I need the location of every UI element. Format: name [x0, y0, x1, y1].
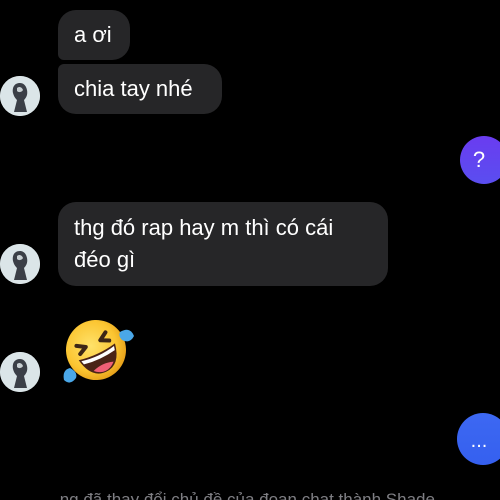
- rolling-on-floor-laughing-emoji[interactable]: [58, 310, 138, 390]
- system-message-text: … ng đã thay đổi chủ đề của đoạn chat th…: [38, 490, 435, 500]
- message-text: ...: [470, 429, 488, 452]
- contact-avatar[interactable]: [0, 352, 40, 392]
- outgoing-message-bubble[interactable]: ?: [460, 136, 500, 184]
- incoming-message-bubble[interactable]: a ơi: [58, 10, 130, 60]
- outgoing-message-bubble[interactable]: ...: [457, 413, 500, 465]
- avatar-photo-icon: [0, 352, 40, 392]
- avatar-photo-icon: [0, 244, 40, 284]
- message-text: chia tay nhé: [74, 76, 193, 101]
- incoming-message-bubble[interactable]: thg đó rap hay m thì có cái đéo gì: [58, 202, 388, 286]
- message-text: a ơi: [74, 22, 112, 47]
- avatar-photo-icon: [0, 76, 40, 116]
- contact-avatar[interactable]: [0, 76, 40, 116]
- message-text: ?: [472, 147, 486, 172]
- contact-avatar[interactable]: [0, 244, 40, 284]
- message-text: thg đó rap hay m thì có cái đéo gì: [74, 215, 334, 272]
- incoming-message-bubble[interactable]: chia tay nhé: [58, 64, 222, 114]
- theme-change-notice: … ng đã thay đổi chủ đề của đoạn chat th…: [0, 486, 500, 500]
- laughing-emoji-icon: [63, 320, 134, 383]
